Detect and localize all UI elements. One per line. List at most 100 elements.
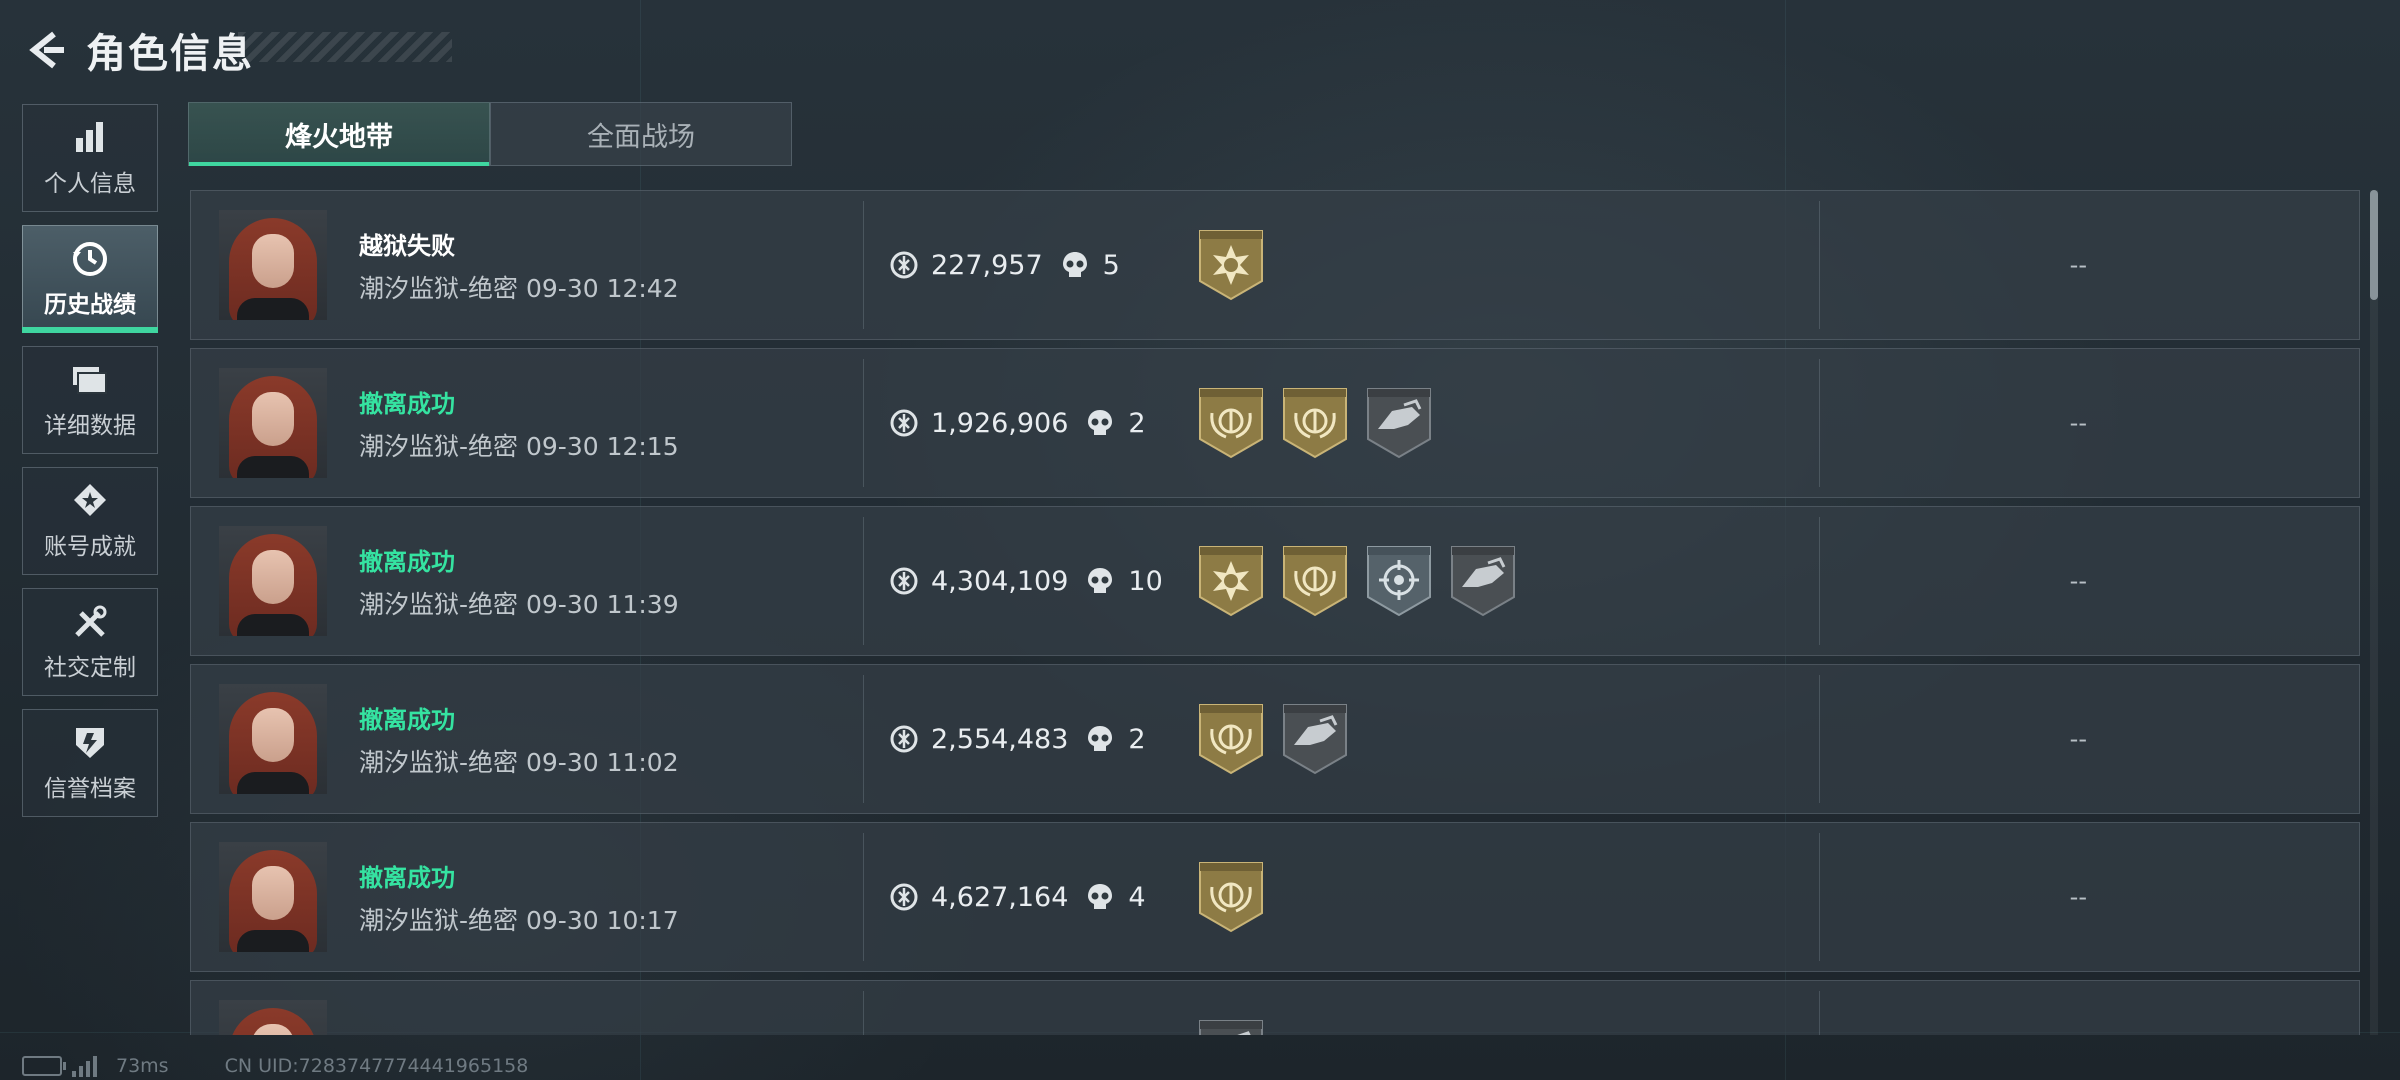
map-name: 潮汐监狱-绝密 bbox=[359, 273, 519, 303]
battery-icon bbox=[22, 1056, 66, 1076]
tab-beacon-zone[interactable]: 烽火地带 bbox=[188, 102, 490, 166]
divider bbox=[1819, 991, 1820, 1035]
record-info: 撤离成功 bbox=[359, 1034, 859, 1036]
sidebar-item-history[interactable]: 历史战绩 bbox=[22, 225, 158, 333]
result-text: 撤离成功 bbox=[359, 547, 455, 576]
avatar[interactable] bbox=[219, 842, 327, 952]
bar-chart-icon bbox=[70, 118, 110, 158]
gold-laurel-badge-icon[interactable] bbox=[1196, 385, 1266, 461]
divider bbox=[863, 201, 864, 329]
uid-text: CN UID:7283747774441965158 bbox=[224, 1055, 529, 1077]
record-row[interactable]: 撤离成功 潮汐监狱-绝密 09-30 11:02 2,554,483 2 -- bbox=[190, 664, 2360, 814]
map-time-text: 潮汐监狱-绝密 09-30 12:42 bbox=[359, 269, 859, 305]
result-text: 越狱失败 bbox=[359, 231, 455, 260]
gray-hand-badge-icon[interactable] bbox=[1196, 1017, 1266, 1035]
badge-list bbox=[1196, 191, 1280, 339]
record-row[interactable]: 撤离成功 潮汐监狱-绝密 09-30 11:39 4,304,109 10 -- bbox=[190, 506, 2360, 656]
sidebar-item-personal-info[interactable]: 个人信息 bbox=[22, 104, 158, 212]
kills-text: 4 bbox=[1128, 881, 1146, 913]
sidebar-item-credit-file[interactable]: 信誉档案 bbox=[22, 709, 158, 817]
value-text: 1,926,906 bbox=[931, 407, 1069, 439]
scroll-thumb[interactable] bbox=[2370, 190, 2378, 300]
map-time-text: 潮汐监狱-绝密 09-30 12:15 bbox=[359, 427, 859, 463]
record-row[interactable]: 撤离成功 潮汐监狱-绝密 09-30 10:17 4,627,164 4 -- bbox=[190, 822, 2360, 972]
extra-info: -- bbox=[2069, 883, 2087, 911]
badge-list bbox=[1196, 349, 1448, 497]
kills-text: 2 bbox=[1128, 407, 1146, 439]
record-row[interactable]: 越狱失败 潮汐监狱-绝密 09-30 12:42 227,957 5 -- bbox=[190, 190, 2360, 340]
sidebar-item-label: 账号成就 bbox=[44, 534, 136, 560]
avatar[interactable] bbox=[219, 1000, 327, 1035]
history-clock-icon bbox=[70, 239, 110, 279]
result-text: 撤离成功 bbox=[359, 863, 455, 892]
achievement-icon bbox=[70, 481, 110, 521]
avatar[interactable] bbox=[219, 368, 327, 478]
match-time: 09-30 11:02 bbox=[525, 747, 679, 777]
back-arrow-icon[interactable] bbox=[22, 26, 70, 74]
gold-laurel-badge-icon[interactable] bbox=[1280, 385, 1350, 461]
avatar[interactable] bbox=[219, 210, 327, 320]
record-row[interactable]: 撤离成功 bbox=[190, 980, 2360, 1035]
divider bbox=[863, 359, 864, 487]
kills-text: 5 bbox=[1102, 249, 1120, 281]
gold-sun-badge-icon[interactable] bbox=[1196, 543, 1266, 619]
gray-hand-badge-icon[interactable] bbox=[1448, 543, 1518, 619]
extra-info: -- bbox=[2069, 725, 2087, 753]
mode-tabs: 烽火地带 全面战场 bbox=[188, 102, 792, 166]
sidebar-item-social-custom[interactable]: 社交定制 bbox=[22, 588, 158, 696]
map-name: 潮汐监狱-绝密 bbox=[359, 905, 519, 935]
map-time-text: 潮汐监狱-绝密 09-30 11:02 bbox=[359, 743, 859, 779]
skull-icon bbox=[1088, 726, 1113, 751]
sidebar-item-achievements[interactable]: 账号成就 bbox=[22, 467, 158, 575]
match-time: 09-30 12:42 bbox=[525, 273, 679, 303]
signal-icon bbox=[72, 1055, 100, 1077]
sidebar-item-label: 信誉档案 bbox=[44, 776, 136, 802]
sidebar-item-label: 详细数据 bbox=[44, 413, 136, 439]
map-name: 潮汐监狱-绝密 bbox=[359, 747, 519, 777]
sidebar-item-label: 社交定制 bbox=[44, 655, 136, 681]
silver-target-badge-icon[interactable] bbox=[1364, 543, 1434, 619]
skull-icon bbox=[1062, 252, 1087, 277]
avatar[interactable] bbox=[219, 684, 327, 794]
record-stats: 227,957 5 bbox=[889, 191, 1120, 339]
tools-icon bbox=[70, 602, 110, 642]
status-bar: 73ms CN UID:7283747774441965158 bbox=[22, 1052, 528, 1080]
title-decoration bbox=[238, 32, 452, 62]
coin-icon bbox=[890, 251, 918, 279]
sidebar-item-label: 个人信息 bbox=[44, 171, 136, 197]
map-name: 潮汐监狱-绝密 bbox=[359, 589, 519, 619]
scrollbar[interactable] bbox=[2370, 190, 2378, 1035]
kills-text: 2 bbox=[1128, 723, 1146, 755]
coin-icon bbox=[890, 567, 918, 595]
skull-icon bbox=[1088, 884, 1113, 909]
gold-sun-badge-icon[interactable] bbox=[1196, 227, 1266, 303]
folder-stack-icon bbox=[70, 360, 110, 400]
divider bbox=[1819, 675, 1820, 803]
badge-list bbox=[1196, 507, 1532, 655]
divider bbox=[1819, 201, 1820, 329]
map-name: 潮汐监狱-绝密 bbox=[359, 431, 519, 461]
badge-list bbox=[1196, 823, 1280, 971]
gold-laurel-badge-icon[interactable] bbox=[1196, 701, 1266, 777]
record-stats: 1,926,906 2 bbox=[889, 349, 1146, 497]
sidebar-item-detailed-data[interactable]: 详细数据 bbox=[22, 346, 158, 454]
record-row[interactable]: 撤离成功 潮汐监狱-绝密 09-30 12:15 1,926,906 2 -- bbox=[190, 348, 2360, 498]
gray-hand-badge-icon[interactable] bbox=[1280, 701, 1350, 777]
map-time-text: 潮汐监狱-绝密 09-30 11:39 bbox=[359, 585, 859, 621]
value-text: 4,304,109 bbox=[931, 565, 1069, 597]
extra-info: -- bbox=[2069, 409, 2087, 437]
gray-hand-badge-icon[interactable] bbox=[1364, 385, 1434, 461]
divider bbox=[1819, 359, 1820, 487]
gold-laurel-badge-icon[interactable] bbox=[1196, 859, 1266, 935]
avatar[interactable] bbox=[219, 526, 327, 636]
divider bbox=[863, 675, 864, 803]
value-text: 227,957 bbox=[931, 249, 1043, 281]
tab-full-battlefield[interactable]: 全面战场 bbox=[490, 102, 792, 166]
record-stats: 4,304,109 10 bbox=[889, 507, 1163, 655]
badge-list bbox=[1196, 665, 1364, 813]
sidebar-item-label: 历史战绩 bbox=[44, 292, 136, 318]
ping-text: 73ms bbox=[116, 1055, 169, 1077]
match-time: 09-30 10:17 bbox=[525, 905, 679, 935]
gold-laurel-badge-icon[interactable] bbox=[1280, 543, 1350, 619]
value-text: 4,627,164 bbox=[931, 881, 1069, 913]
